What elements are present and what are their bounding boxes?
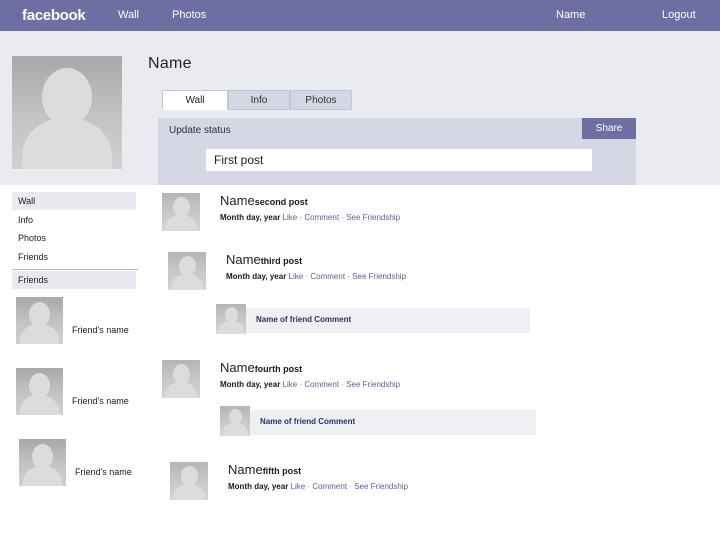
nav-link-name[interactable]: Name (556, 9, 585, 21)
avatar-body-shape (20, 395, 59, 415)
avatar-head-shape (181, 466, 198, 486)
meta-separator: · (305, 272, 309, 281)
avatar-head-shape (173, 197, 190, 217)
post-body: Namethird post Month day, year Like · Co… (226, 252, 406, 283)
friend-name[interactable]: Friend's name (72, 396, 129, 406)
status-input[interactable] (206, 149, 592, 171)
share-button[interactable]: Share (582, 118, 636, 139)
post-meta: Month day, year Like · Comment · See Fri… (226, 271, 406, 283)
comment-link[interactable]: Comment (304, 213, 339, 222)
meta-separator: · (299, 380, 303, 389)
tab-photos[interactable]: Photos (290, 90, 352, 110)
composer-label: Update status (169, 125, 231, 136)
avatar[interactable] (170, 462, 208, 500)
page-title: Name (148, 55, 192, 72)
nav-link-photos[interactable]: Photos (172, 9, 206, 21)
avatar-body-shape (23, 466, 62, 486)
post-author[interactable]: Name (220, 360, 255, 375)
meta-separator: · (307, 482, 311, 491)
avatar[interactable] (19, 439, 66, 486)
avatar-body-shape (22, 118, 112, 169)
post-meta: Month day, year Like · Comment · See Fri… (228, 481, 408, 493)
post-date: Month day, year (226, 272, 287, 281)
post-body: Namefourth post Month day, year Like · C… (220, 360, 400, 391)
meta-separator: · (299, 213, 303, 222)
post-date: Month day, year (228, 482, 289, 491)
comment-bar: Name of friend Comment (250, 410, 536, 435)
sidebar-item-photos[interactable]: Photos (12, 229, 136, 247)
avatar[interactable] (220, 406, 250, 436)
comment-link[interactable]: Comment (310, 272, 345, 281)
avatar-body-shape (173, 484, 205, 500)
post-title: Namefourth post (220, 360, 400, 377)
meta-separator: · (349, 482, 352, 491)
comment-text: Name of friend Comment (256, 315, 352, 324)
comment-link[interactable]: Comment (312, 482, 347, 491)
see-friendship-link[interactable]: See Friendship (346, 380, 400, 389)
post-meta: Month day, year Like · Comment · See Fri… (220, 379, 400, 391)
see-friendship-link[interactable]: See Friendship (354, 482, 408, 491)
avatar[interactable] (216, 304, 246, 334)
post-date: Month day, year (220, 213, 281, 222)
see-friendship-link[interactable]: See Friendship (346, 213, 400, 222)
friend-name[interactable]: Friend's name (75, 467, 132, 477)
like-link[interactable]: Like (283, 213, 298, 222)
like-link[interactable]: Like (289, 272, 304, 281)
avatar-body-shape (165, 382, 197, 398)
avatar-body-shape (20, 324, 59, 344)
post-author[interactable]: Name (226, 252, 261, 267)
nav-link-logout[interactable]: Logout (662, 9, 696, 21)
top-navigation-bar: facebook Wall Photos Name Logout (0, 0, 720, 32)
post-kicker: third post (260, 256, 303, 266)
avatar-body-shape (222, 423, 248, 436)
avatar[interactable] (16, 368, 63, 415)
comment-link[interactable]: Comment (304, 380, 339, 389)
status-composer: Update status Share (158, 118, 636, 185)
avatar[interactable] (168, 252, 206, 290)
avatar-head-shape (173, 364, 190, 384)
post-kicker: second post (254, 197, 308, 207)
avatar[interactable] (162, 360, 200, 398)
like-link[interactable]: Like (291, 482, 306, 491)
avatar-body-shape (165, 215, 197, 231)
post-author[interactable]: Name (220, 193, 255, 208)
tab-wall[interactable]: Wall (162, 90, 228, 110)
comment-bar: Name of friend Comment (246, 308, 530, 333)
sidebar-section-friends: Friends (12, 271, 136, 289)
avatar-body-shape (171, 274, 203, 290)
avatar-body-shape (218, 321, 244, 334)
meta-separator: · (341, 380, 344, 389)
post-kicker: fourth post (254, 364, 303, 374)
meta-separator: · (347, 272, 350, 281)
post-meta: Month day, year Like · Comment · See Fri… (220, 212, 400, 224)
facebook-logo[interactable]: facebook (22, 7, 86, 24)
sidebar-item-friends[interactable]: Friends (12, 248, 136, 266)
like-link[interactable]: Like (283, 380, 298, 389)
post-author[interactable]: Name (228, 462, 263, 477)
post-title: Namefifth post (228, 462, 408, 479)
nav-link-wall[interactable]: Wall (118, 9, 139, 21)
friend-name[interactable]: Friend's name (72, 325, 129, 335)
avatar[interactable] (162, 193, 200, 231)
post-date: Month day, year (220, 380, 281, 389)
avatar[interactable] (16, 297, 63, 344)
post-title: Namethird post (226, 252, 406, 269)
meta-separator: · (341, 213, 344, 222)
avatar-head-shape (179, 256, 196, 276)
comment-text: Name of friend Comment (260, 417, 356, 426)
post-body: Namesecond post Month day, year Like · C… (220, 193, 400, 224)
see-friendship-link[interactable]: See Friendship (352, 272, 406, 281)
tab-info[interactable]: Info (228, 90, 290, 110)
post-body: Namefifth post Month day, year Like · Co… (228, 462, 408, 493)
profile-photo[interactable] (12, 56, 122, 169)
post-title: Namesecond post (220, 193, 400, 210)
sidebar-divider (12, 269, 138, 270)
post-kicker: fifth post (262, 466, 302, 476)
sidebar-item-wall[interactable]: Wall (12, 192, 136, 210)
sidebar-item-info[interactable]: Info (12, 211, 136, 229)
